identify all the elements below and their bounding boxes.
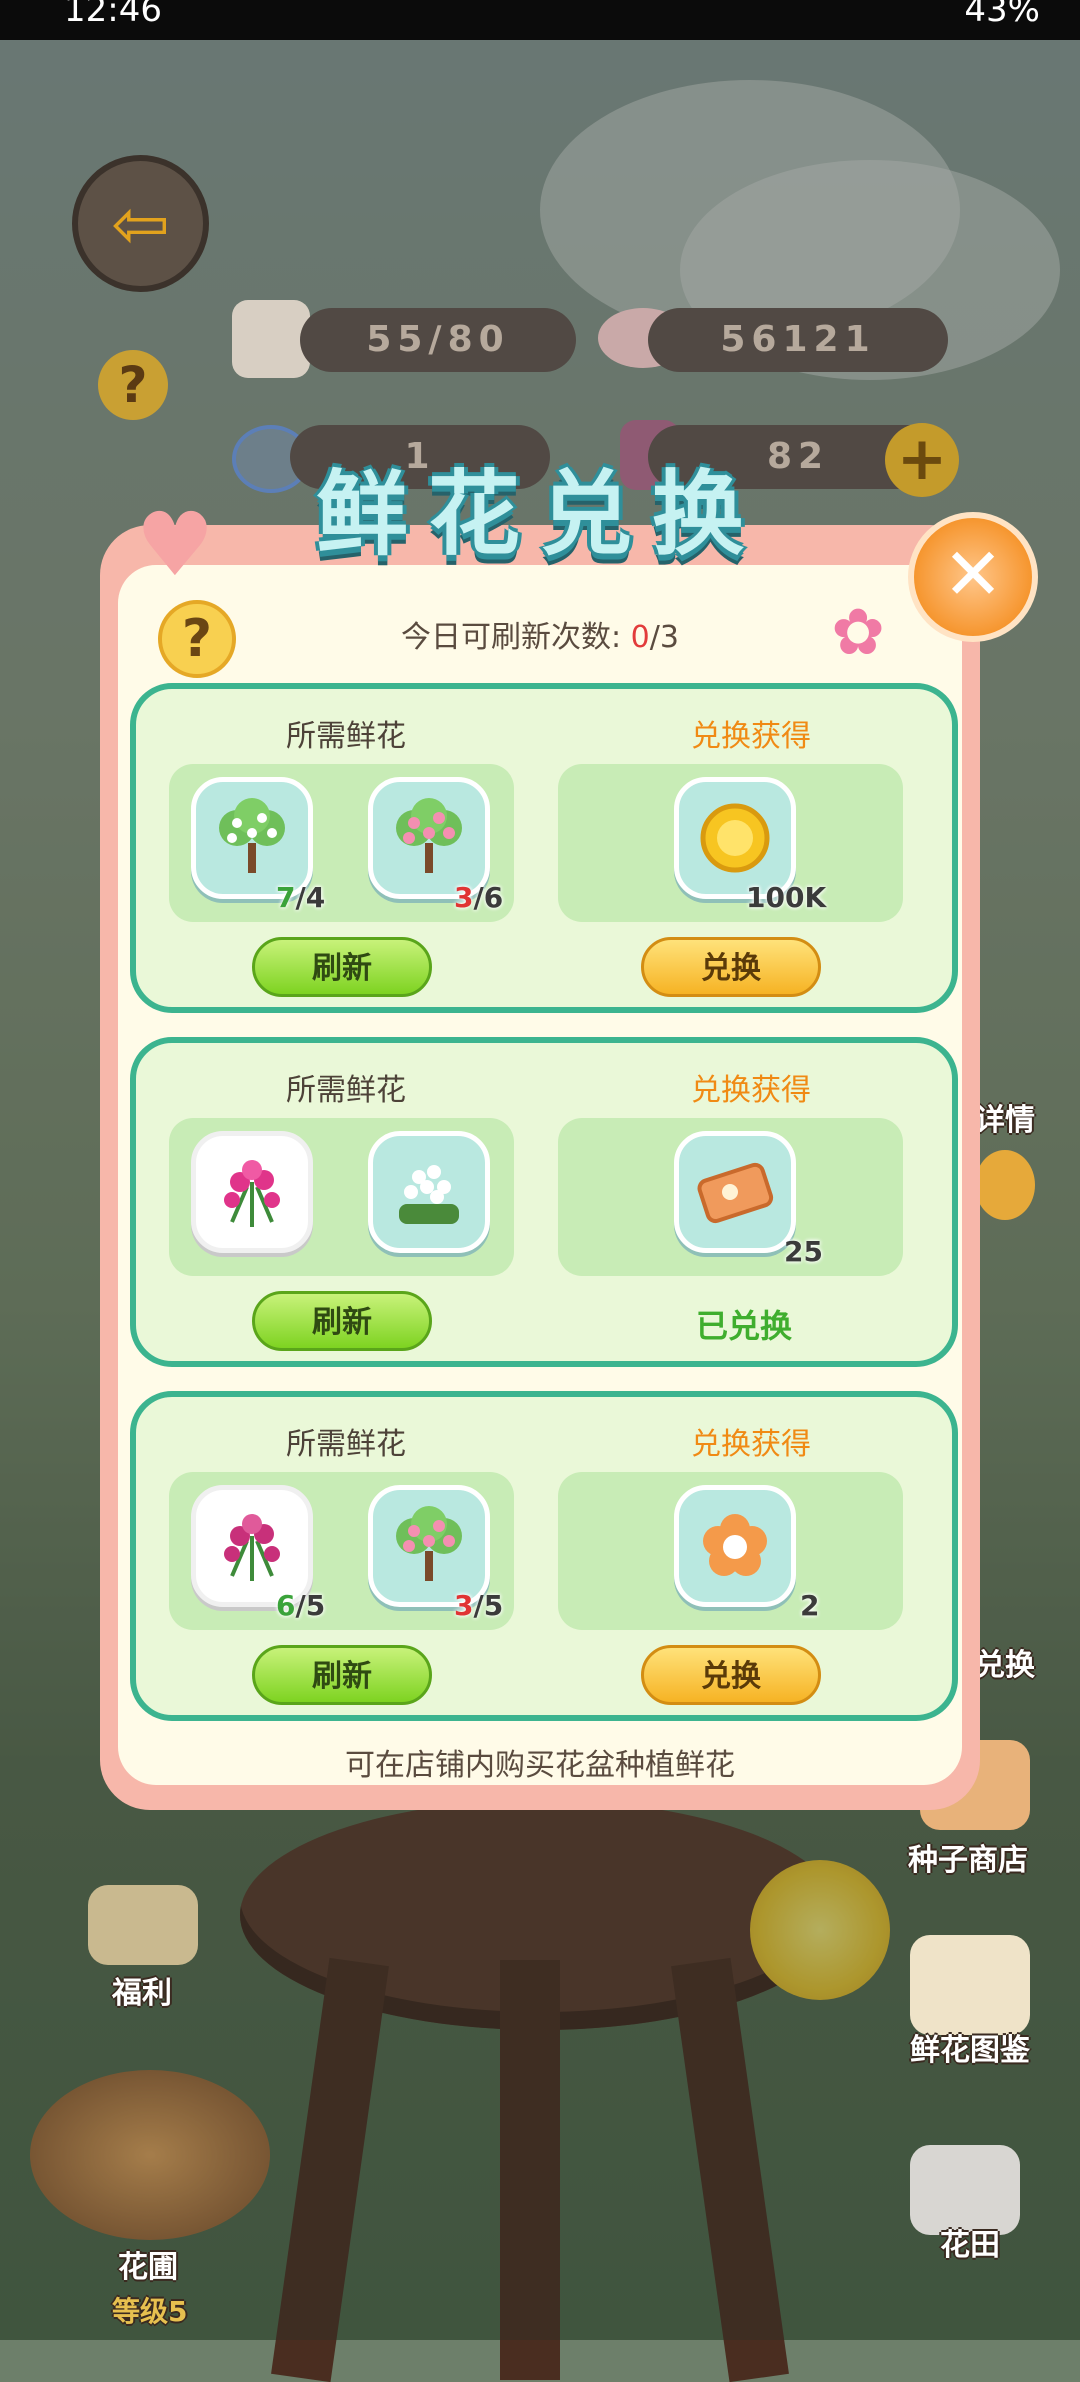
have-count: 6: [276, 1589, 296, 1622]
close-icon: ✕: [942, 532, 1004, 616]
sunflower-icon[interactable]: [975, 1150, 1035, 1220]
dialog-title: 鲜花兑换: [315, 461, 764, 568]
have-count: 7: [276, 881, 296, 914]
exchange-card-2: 所需鲜花 兑换获得 25 刷新 已兑换: [130, 1037, 958, 1367]
status-time: 12:46: [64, 0, 162, 30]
welfare-label[interactable]: 福利: [112, 1968, 172, 2012]
back-button[interactable]: ⇦: [72, 155, 209, 292]
refresh-button[interactable]: 刷新: [252, 937, 432, 997]
flower-count: 6/5: [276, 1589, 325, 1622]
flower-count: 7/4: [276, 881, 325, 914]
hud-help-icon[interactable]: ?: [98, 350, 168, 420]
peony-icon: ✿: [831, 596, 885, 670]
exchange-card-3: 所需鲜花 兑换获得 6/5 3/5 2 刷新 兑换: [130, 1391, 958, 1721]
flower-count: 3/6: [454, 881, 503, 914]
exchange-button[interactable]: 兑换: [641, 937, 821, 997]
heart-icon: ♥: [135, 493, 215, 596]
have-count: 3: [454, 881, 474, 914]
need-count: /6: [473, 881, 504, 914]
ticket-icon[interactable]: [674, 1131, 796, 1253]
required-flowers-label: 所需鲜花: [286, 719, 406, 754]
redeemed-status: 已兑换: [696, 1307, 793, 1345]
refresh-count: 今日可刷新次数: 0/3: [250, 612, 830, 656]
add-currency-button[interactable]: +: [885, 423, 959, 497]
refresh-used: 0: [630, 620, 650, 655]
reward-amount: 2: [800, 1589, 820, 1622]
required-flowers-label: 所需鲜花: [286, 1073, 406, 1108]
status-bar: 12:46 43%: [0, 0, 1080, 40]
status-battery: 43%: [964, 0, 1040, 30]
exchange-label[interactable]: 兑换: [975, 1640, 1035, 1684]
refresh-count-label: 今日可刷新次数:: [401, 620, 631, 655]
have-count: 3: [454, 1589, 474, 1622]
seed-bag-icon: [232, 300, 310, 378]
reward-label: 兑换获得: [691, 1427, 811, 1462]
flower-guide-book-icon[interactable]: [910, 1935, 1030, 2035]
refresh-button[interactable]: 刷新: [252, 1291, 432, 1351]
reward-label: 兑换获得: [691, 1073, 811, 1108]
white-hyacinth-icon[interactable]: [368, 1131, 490, 1253]
dialog-footer-hint: 可在店铺内购买花盆种植鲜花: [345, 1748, 735, 1783]
details-label[interactable]: 详情: [975, 1095, 1035, 1139]
reward-amount: 100K: [746, 881, 827, 914]
close-button[interactable]: ✕: [908, 512, 1038, 642]
need-count: /4: [295, 881, 326, 914]
garden-level: 等级5: [112, 2295, 188, 2328]
flower-field-label[interactable]: 花田: [940, 2220, 1000, 2264]
required-flowers-label: 所需鲜花: [286, 1427, 406, 1462]
pink-lily-icon[interactable]: [191, 1131, 313, 1253]
seed-counter: 55/80: [300, 308, 576, 372]
exit-arrow-icon: ⇦: [111, 182, 170, 265]
orange-flower-token-icon[interactable]: [674, 1485, 796, 1607]
need-count: /5: [295, 1589, 326, 1622]
reward-label: 兑换获得: [691, 719, 811, 754]
exchange-card-1: 所需鲜花 兑换获得 7/4 3/6 100K 刷新 兑换: [130, 683, 958, 1013]
exchange-button[interactable]: 兑换: [641, 1645, 821, 1705]
seed-shop-label[interactable]: 种子商店: [908, 1835, 1028, 1879]
flower-guide-label[interactable]: 鲜花图鉴: [910, 2025, 1030, 2069]
refresh-total: /3: [649, 620, 679, 655]
welfare-icon[interactable]: [88, 1885, 198, 1965]
reward-amount: 25: [784, 1235, 823, 1268]
help-button[interactable]: ?: [158, 600, 236, 678]
refresh-button[interactable]: 刷新: [252, 1645, 432, 1705]
need-count: /5: [473, 1589, 504, 1622]
petal-counter: 56121: [648, 308, 948, 372]
garden-label[interactable]: 花圃: [118, 2242, 178, 2286]
flower-count: 3/5: [454, 1589, 503, 1622]
